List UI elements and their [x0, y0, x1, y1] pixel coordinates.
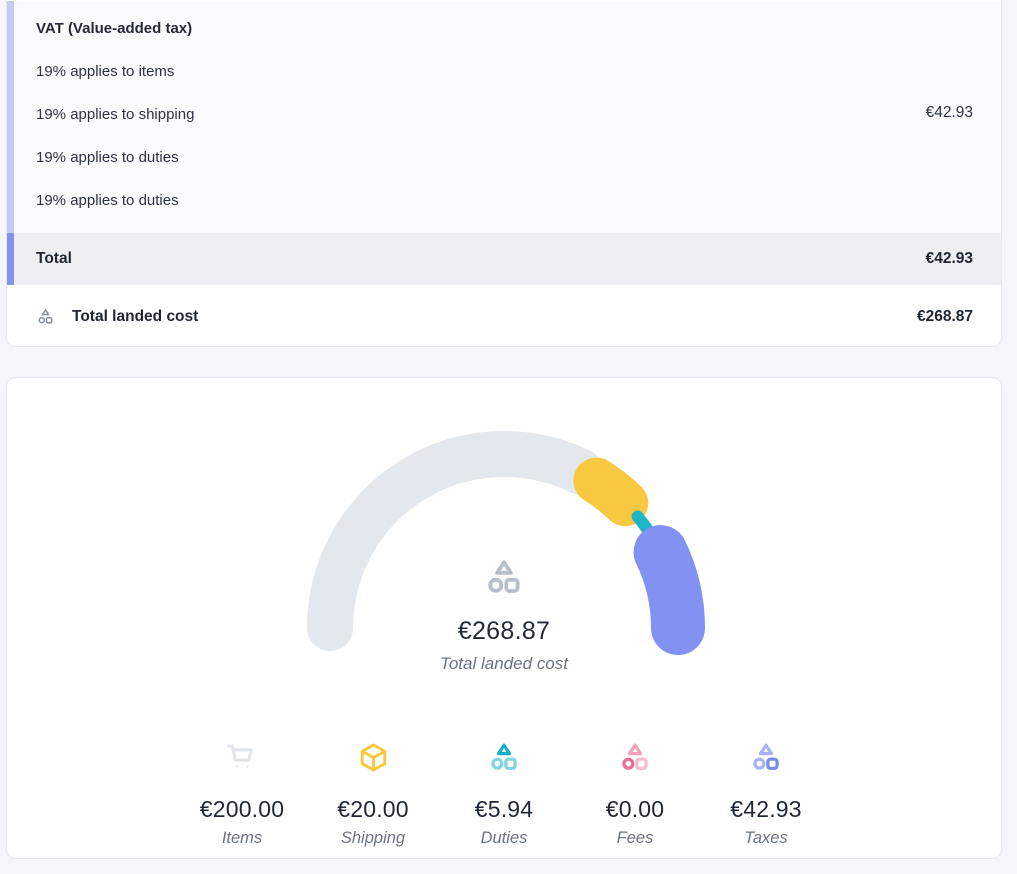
vat-section-title: VAT (Value-added tax): [36, 19, 973, 38]
stat-duties-value: €5.94: [439, 796, 570, 823]
stat-duties-icon: [439, 738, 570, 776]
box-icon: [357, 741, 390, 774]
stat-shipping-value: €20.00: [308, 796, 439, 823]
vat-detail-lines: 19% applies to items 19% applies to shipp…: [36, 62, 973, 210]
total-label: Total: [36, 250, 72, 268]
cost-breakdown-stats: €200.00 Items €20.00 Shipping €5.94 Duti…: [7, 738, 1001, 848]
gauge-segment-items: [330, 454, 581, 628]
landed-cost-gauge-card: €268.87 Total landed cost €200.00 Items …: [6, 377, 1002, 859]
vat-detail-line: 19% applies to duties: [36, 148, 973, 167]
stat-shipping-icon: [308, 738, 439, 776]
vat-section: VAT (Value-added tax) 19% applies to ite…: [7, 1, 1001, 233]
stat-fees-icon: [570, 738, 701, 776]
total-landed-cost-row: Total landed cost €268.87: [7, 285, 1001, 347]
cart-icon: [225, 740, 259, 774]
landed-cost-amount: €268.87: [917, 308, 973, 326]
stat-taxes: €42.93 Taxes: [701, 738, 832, 848]
total-amount: €42.93: [926, 250, 973, 268]
vat-section-amount: €42.93: [926, 104, 973, 122]
stat-taxes-label: Taxes: [701, 829, 832, 848]
landed-cost-gauge-chart: [284, 428, 724, 664]
stat-shipping: €20.00 Shipping: [308, 738, 439, 848]
stat-duties: €5.94 Duties: [439, 738, 570, 848]
gauge-segment-shipping: [596, 481, 625, 504]
landed-cost-label: Total landed cost: [72, 308, 198, 326]
shapes-icon: [487, 740, 521, 774]
landed-cost-shapes-icon: [36, 307, 55, 326]
shapes-icon: [36, 307, 55, 326]
stat-duties-label: Duties: [439, 829, 570, 848]
stat-fees: €0.00 Fees: [570, 738, 701, 848]
vat-detail-line: 19% applies to items: [36, 62, 973, 81]
stat-taxes-value: €42.93: [701, 796, 832, 823]
vat-accent-bar: [7, 1, 14, 233]
stat-fees-value: €0.00: [570, 796, 701, 823]
tax-breakdown-card: VAT (Value-added tax) 19% applies to ite…: [6, 0, 1002, 347]
stat-taxes-icon: [701, 738, 832, 776]
total-accent-bar: [7, 233, 14, 285]
gauge-segment-taxes: [661, 552, 678, 628]
stat-items-label: Items: [177, 829, 308, 848]
landed-cost-page: { "colors": { "page_bg": "#f4f6f9", "car…: [0, 0, 1017, 874]
stat-fees-label: Fees: [570, 829, 701, 848]
tax-total-row: Total €42.93: [7, 233, 1001, 285]
stat-items-value: €200.00: [177, 796, 308, 823]
vat-detail-line: 19% applies to duties: [36, 191, 973, 210]
stat-items: €200.00 Items: [177, 738, 308, 848]
shapes-icon: [749, 740, 783, 774]
stat-shipping-label: Shipping: [308, 829, 439, 848]
shapes-icon: [618, 740, 652, 774]
stat-items-icon: [177, 738, 308, 776]
gauge-area: €268.87 Total landed cost: [7, 428, 1001, 720]
vat-detail-line: 19% applies to shipping: [36, 105, 973, 124]
